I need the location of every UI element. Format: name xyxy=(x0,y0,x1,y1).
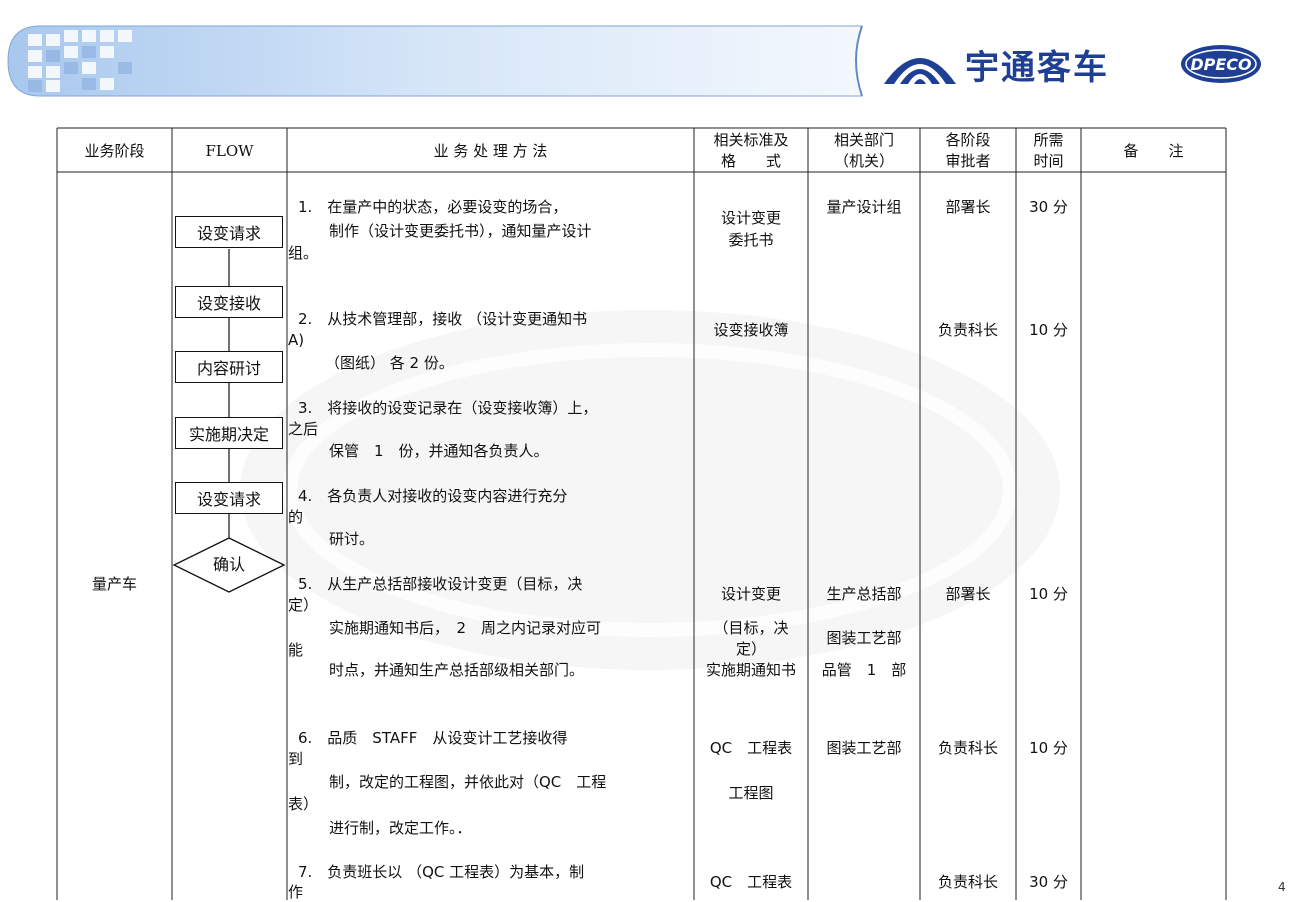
step-1-standard-1: 设计变更 xyxy=(720,209,781,227)
step-2-approver: 负责科长 xyxy=(937,321,998,339)
step-5-line-1: 5. 从生产总括部接收设计变更（目标，决 xyxy=(298,575,583,593)
yutong-logo-icon xyxy=(884,58,956,84)
step-1-line-3: 组。 xyxy=(288,244,319,262)
step-4-line-2: 的 xyxy=(288,508,304,526)
header-time-1: 所需 xyxy=(1033,131,1064,149)
table-grid xyxy=(56,127,1227,900)
header-approver-2: 审批者 xyxy=(945,152,991,170)
step-5-dept-2: 图装工艺部 xyxy=(826,629,902,647)
step-2-standard: 设变接收簿 xyxy=(713,321,789,339)
step-6-line-2: 到 xyxy=(288,750,304,768)
header-dept-2: （机关） xyxy=(833,152,894,170)
flow-step-confirm: 确认 xyxy=(212,555,245,574)
step-3-line-1: 3. 将接收的设变记录在（设变接收簿）上， xyxy=(298,399,598,417)
step-5-standard-4: 实施期通知书 xyxy=(705,661,796,679)
step-1-standard-2: 委托书 xyxy=(728,231,774,249)
dpeco-logo-text: DPECO xyxy=(1190,55,1252,74)
brand-name: 宇通客车 xyxy=(965,48,1109,88)
step-1-dept: 量产设计组 xyxy=(826,198,902,216)
step-7-standard: QC 工程表 xyxy=(709,873,793,891)
step-6-standard-2: 工程图 xyxy=(728,784,774,802)
step-4-line-1: 4. 各负责人对接收的设变内容进行充分 xyxy=(298,487,568,505)
header-stage: 业务阶段 xyxy=(84,142,145,160)
flow-step-2: 设变接收 xyxy=(175,286,283,318)
step-5-dept-3: 品管 1 部 xyxy=(821,661,907,679)
flow-step-3: 内容研讨 xyxy=(175,351,283,383)
step-2-line-1: 2. 从技术管理部，接收 （设计变更通知书 xyxy=(298,310,588,328)
header-flow: FLOW xyxy=(205,142,254,160)
step-5-line-4: 能 xyxy=(288,641,304,659)
step-2-time: 10 分 xyxy=(1029,321,1068,339)
step-5-time: 10 分 xyxy=(1029,585,1068,603)
step-7-time: 30 分 xyxy=(1029,873,1068,891)
step-5-line-2: 定） xyxy=(288,596,319,614)
step-2-line-2: A) xyxy=(288,331,305,349)
dpeco-logo: DPECO xyxy=(1181,45,1261,83)
step-1-line-1: 1. 在量产中的状态，必要设变的场合， xyxy=(298,198,568,216)
step-3-line-3: 保管 1 份，并通知各负责人。 xyxy=(329,442,549,460)
step-7-line-1: 7. 负责班长以 （QC 工程表）为基本，制 xyxy=(298,863,585,881)
step-4-line-3: 研讨。 xyxy=(329,530,375,548)
step-1-time: 30 分 xyxy=(1029,198,1068,216)
step-6-line-3: 制，改定的工程图，并依此对（QC 工程 xyxy=(329,773,607,791)
header-dept-1: 相关部门 xyxy=(833,131,894,149)
step-7-approver: 负责科长 xyxy=(937,873,998,891)
page-number: 4 xyxy=(1278,880,1286,894)
header-approver-1: 各阶段 xyxy=(945,131,991,149)
flow-step-1: 设变请求 xyxy=(175,216,283,248)
flow-step-4: 实施期决定 xyxy=(175,417,283,449)
step-5-approver: 部署长 xyxy=(945,585,991,603)
header-standard-2: 格 式 xyxy=(720,152,781,170)
header-time-2: 时间 xyxy=(1033,152,1064,170)
step-6-time: 10 分 xyxy=(1029,739,1068,757)
step-5-standard-3: 定） xyxy=(735,640,766,658)
step-5-standard-1: 设计变更 xyxy=(720,585,781,603)
step-5-line-3: 实施期通知书后， 2 周之内记录对应可 xyxy=(329,619,602,637)
step-7-line-2: 作 xyxy=(288,883,304,901)
step-1-line-2: 制作（设计变更委托书），通知量产设计 xyxy=(329,222,592,240)
header-standard-1: 相关标准及 xyxy=(713,131,789,149)
step-1-approver: 部署长 xyxy=(945,198,991,216)
step-6-line-4: 表） xyxy=(288,795,319,813)
header-remark: 备 注 xyxy=(1123,142,1184,160)
step-2-line-3: （图纸） 各 2 份。 xyxy=(325,354,454,372)
step-5-standard-2: （目标，决 xyxy=(713,619,789,637)
step-5-dept-1: 生产总括部 xyxy=(826,585,902,603)
stage-label: 量产车 xyxy=(91,575,137,593)
step-3-line-2: 之后 xyxy=(288,420,319,438)
header-method: 业 务 处 理 方 法 xyxy=(433,142,548,160)
step-6-line-5: 进行制，改定工作。． xyxy=(329,819,472,837)
step-6-standard-1: QC 工程表 xyxy=(709,739,793,757)
step-5-line-5: 时点，并通知生产总括部级相关部门。 xyxy=(329,661,585,679)
step-6-line-1: 6. 品质 STAFF 从设变计工艺接收得 xyxy=(298,729,568,747)
step-6-approver: 负责科长 xyxy=(937,739,998,757)
flow-step-5: 设变请求 xyxy=(175,482,283,514)
step-6-dept: 图装工艺部 xyxy=(826,739,902,757)
